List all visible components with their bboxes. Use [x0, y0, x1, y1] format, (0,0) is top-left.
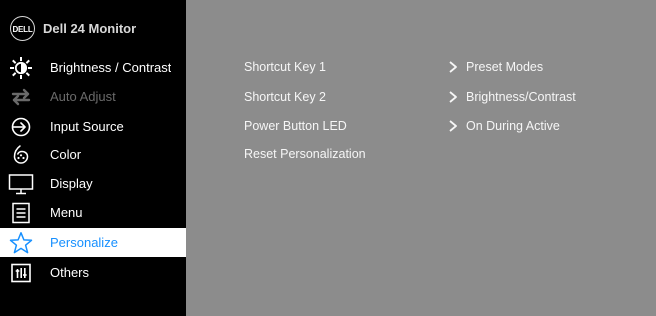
sidebar-item-brightness-contrast[interactable]: Brightness / Contrast: [0, 53, 186, 82]
chevron-right-icon: [448, 91, 458, 103]
sidebar-item-label: Menu: [50, 205, 83, 220]
sidebar-item-menu[interactable]: Menu: [0, 198, 186, 227]
value-label: On During Active: [466, 119, 560, 133]
option-shortcut-key-2[interactable]: Shortcut Key 2: [244, 90, 326, 104]
color-icon: [8, 143, 34, 167]
monitor-title: Dell 24 Monitor: [43, 20, 137, 36]
option-shortcut-key-1[interactable]: Shortcut Key 1: [244, 60, 326, 74]
sidebar-item-color[interactable]: Color: [0, 140, 186, 169]
auto-adjust-icon: [8, 85, 34, 109]
menu-icon: [8, 201, 34, 225]
sidebar-item-label: Display: [50, 176, 93, 191]
value-label: Brightness/Contrast: [466, 90, 576, 104]
sidebar-item-label: Input Source: [50, 119, 124, 134]
osd-header: DELL Dell 24 Monitor: [10, 14, 136, 42]
value-label: Preset Modes: [466, 60, 544, 74]
brightness-icon: [8, 56, 34, 80]
monitor-osd: DELL Dell 24 Monitor Brightness / Contra…: [0, 0, 656, 316]
option-reset-personalization[interactable]: Reset Personalization: [244, 147, 366, 161]
chevron-right-icon: [448, 61, 458, 73]
sidebar-item-others[interactable]: Others: [0, 258, 186, 287]
sidebar-item-label: Others: [50, 265, 90, 280]
chevron-right-icon: [448, 120, 458, 132]
sidebar-item-auto-adjust: Auto Adjust: [0, 82, 186, 111]
sidebar-item-label: Personalize: [50, 235, 118, 250]
option-power-button-led[interactable]: Power Button LED: [244, 119, 347, 133]
others-icon: [8, 261, 34, 285]
osd-sidebar: DELL Dell 24 Monitor Brightness / Contra…: [0, 0, 186, 316]
dell-logo: DELL: [10, 15, 35, 41]
sidebar-item-display[interactable]: Display: [0, 169, 186, 198]
sidebar-item-label: Auto Adjust: [50, 89, 116, 104]
display-icon: [8, 172, 34, 196]
star-icon: [8, 231, 34, 255]
value-shortcut-key-2[interactable]: Brightness/Contrast: [448, 90, 576, 104]
sidebar-item-personalize[interactable]: Personalize: [0, 228, 186, 257]
sidebar-item-label: Color: [50, 147, 82, 162]
value-shortcut-key-1[interactable]: Preset Modes: [448, 60, 543, 74]
sidebar-item-input-source[interactable]: Input Source: [0, 112, 186, 141]
input-source-icon: [8, 115, 34, 139]
sidebar-item-label: Brightness / Contrast: [50, 60, 172, 75]
value-power-button-led[interactable]: On During Active: [448, 119, 560, 133]
